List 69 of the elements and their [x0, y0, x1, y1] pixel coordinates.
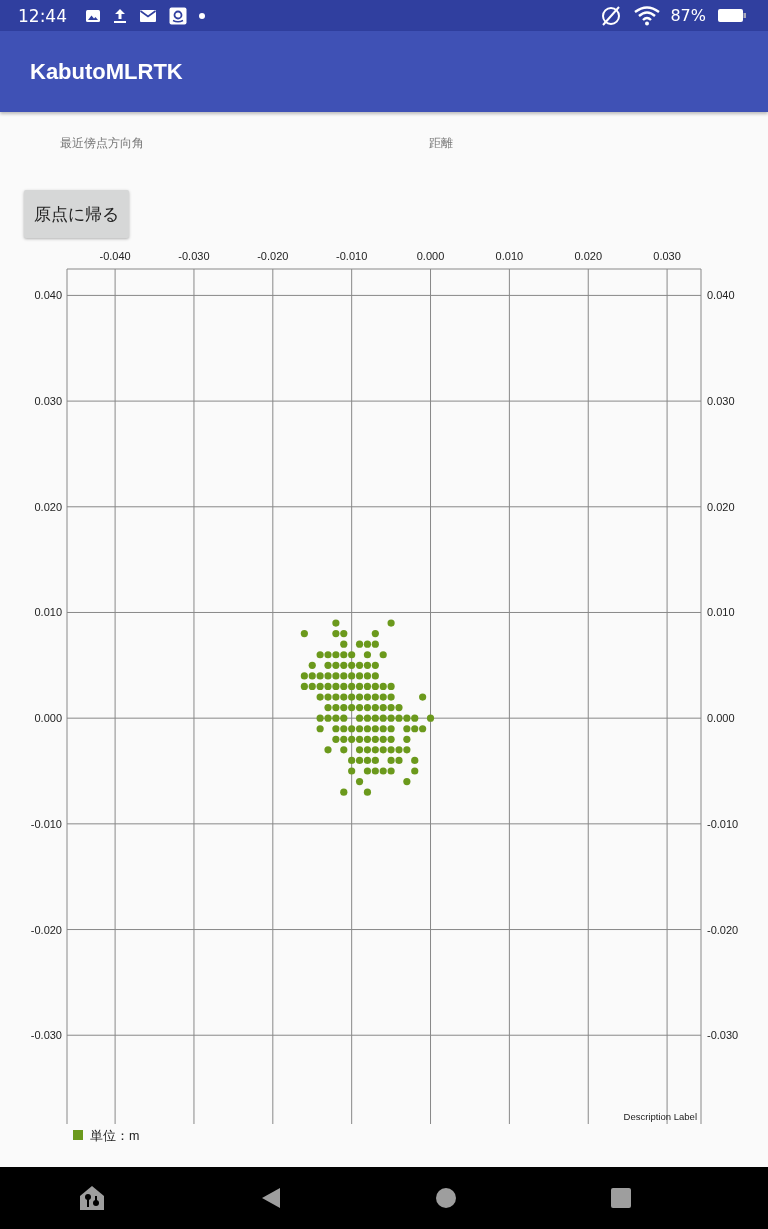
no-sim-icon [600, 4, 623, 27]
upload-icon [113, 7, 127, 24]
data-point [355, 682, 364, 691]
y-tick-label: 0.000 [34, 712, 62, 725]
y-tick-label: 0.010 [34, 606, 62, 619]
battery-percent: 87% [670, 6, 706, 25]
home-tools-icon[interactable] [77, 1184, 106, 1212]
data-point [340, 746, 348, 754]
data-point [340, 788, 348, 796]
info-label: 距離 [429, 135, 453, 152]
y-tick-label: 0.020 [34, 500, 62, 513]
data-point [419, 693, 427, 701]
data-point [387, 619, 395, 627]
data-point [355, 756, 364, 765]
data-point [411, 767, 419, 775]
x-tick-label: 0.010 [495, 250, 524, 262]
y-tick-label: 0.000 [707, 712, 735, 725]
data-point [371, 630, 379, 638]
data-point [363, 756, 372, 765]
x-tick-label: 0.030 [653, 250, 681, 262]
x-tick-label: 0.020 [574, 250, 602, 262]
wifi-icon [634, 5, 661, 26]
x-tick-label: -0.040 [99, 250, 131, 262]
y-tick-label: -0.010 [707, 817, 739, 830]
data-point [340, 640, 348, 648]
data-point [411, 756, 419, 765]
data-point [363, 651, 372, 659]
y-tick-label: -0.010 [30, 817, 62, 830]
data-point [403, 778, 411, 786]
info-label: 最近傍点方向角 [60, 135, 144, 152]
y-tick-label: -0.020 [30, 923, 62, 936]
data-point [379, 651, 387, 659]
data-point [308, 661, 316, 669]
chart-description: Description Label [623, 1111, 697, 1122]
data-point [355, 778, 364, 786]
notification-dot-icon [199, 12, 205, 19]
data-point [426, 714, 435, 722]
legend-label: 単位：m [90, 1129, 140, 1143]
data-point [363, 682, 372, 691]
y-tick-label: 0.040 [34, 289, 62, 302]
data-point [316, 725, 324, 733]
battery-icon [718, 9, 746, 22]
y-tick-label: -0.020 [707, 923, 739, 936]
x-tick-label: -0.010 [336, 250, 368, 262]
y-tick-label: 0.030 [34, 395, 62, 408]
data-point [332, 619, 340, 627]
image-icon [85, 8, 101, 23]
y-tick-label: 0.040 [707, 289, 735, 302]
y-tick-label: 0.010 [707, 606, 735, 619]
data-point [403, 735, 411, 743]
app-icon [169, 6, 187, 25]
recents-icon[interactable] [610, 1188, 631, 1208]
y-tick-label: -0.030 [707, 1029, 739, 1042]
x-tick-label: 0.000 [416, 250, 445, 262]
y-tick-label: 0.020 [707, 500, 735, 513]
data-point [324, 746, 332, 754]
data-point [300, 630, 308, 638]
y-tick-label: -0.030 [30, 1029, 62, 1042]
x-tick-label: -0.030 [178, 250, 210, 262]
x-tick-label: -0.020 [257, 250, 289, 262]
mail-icon [139, 8, 157, 23]
data-point [363, 788, 372, 796]
data-point [348, 767, 356, 775]
back-icon[interactable] [260, 1187, 281, 1209]
app-title: KabutoMLRTK [30, 58, 183, 85]
status-time: 12:44 [18, 5, 67, 26]
return-to-origin-button[interactable]: 原点に帰る [24, 190, 129, 238]
y-tick-label: 0.030 [707, 395, 735, 408]
home-icon[interactable] [435, 1188, 456, 1208]
